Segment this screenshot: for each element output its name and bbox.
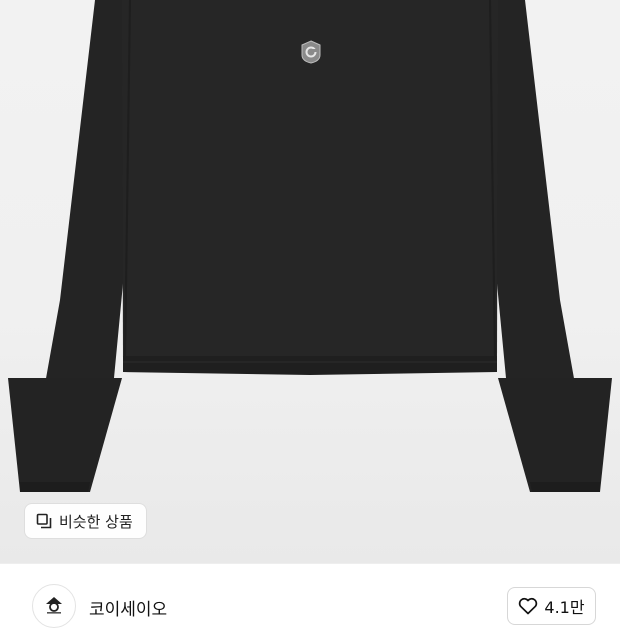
store-name[interactable]: 코이세이오	[89, 595, 167, 620]
similar-items-icon	[35, 512, 53, 530]
store-bar: 코이세이오 4.1만	[0, 563, 620, 628]
similar-products-label: 비슷한 상품	[59, 512, 133, 531]
store-logo[interactable]	[32, 584, 76, 628]
heart-outline-icon	[519, 597, 538, 615]
product-image[interactable]	[0, 0, 620, 563]
store-logo-icon	[46, 597, 62, 614]
like-button[interactable]: 4.1만	[507, 587, 596, 625]
like-count: 4.1만	[544, 598, 585, 617]
similar-products-button[interactable]: 비슷한 상품	[24, 503, 147, 539]
black-long-sleeve-top	[8, 0, 612, 492]
brand-badge-icon	[301, 40, 321, 64]
